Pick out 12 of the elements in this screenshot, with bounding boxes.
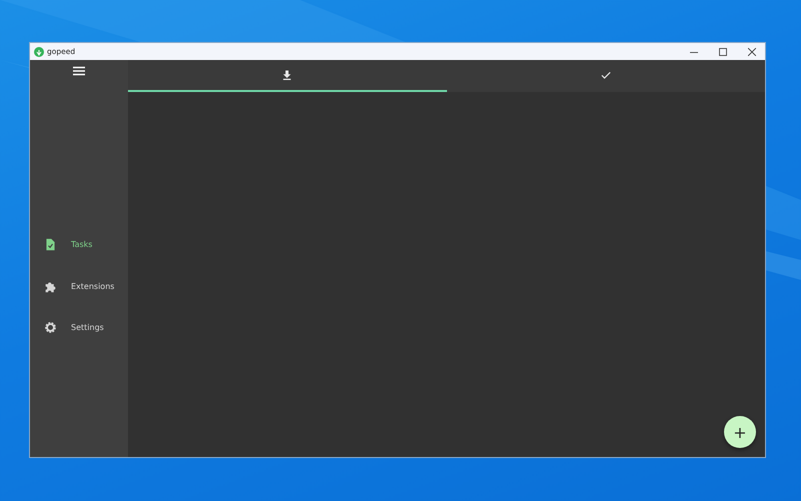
sidebar-item[interactable]: Settings xyxy=(30,307,128,348)
puzzle-icon xyxy=(44,280,57,293)
app-logo-icon xyxy=(34,46,44,56)
sidebar-item[interactable]: Tasks xyxy=(30,224,128,266)
maximize-icon xyxy=(719,48,727,56)
settings-icon xyxy=(44,321,57,334)
sidebar-item[interactable]: Extensions xyxy=(30,266,128,307)
download-icon xyxy=(281,69,294,81)
menu-button[interactable] xyxy=(73,66,85,76)
close-icon xyxy=(748,48,756,56)
checkmark-icon xyxy=(600,69,612,81)
document-check-icon xyxy=(44,238,57,252)
